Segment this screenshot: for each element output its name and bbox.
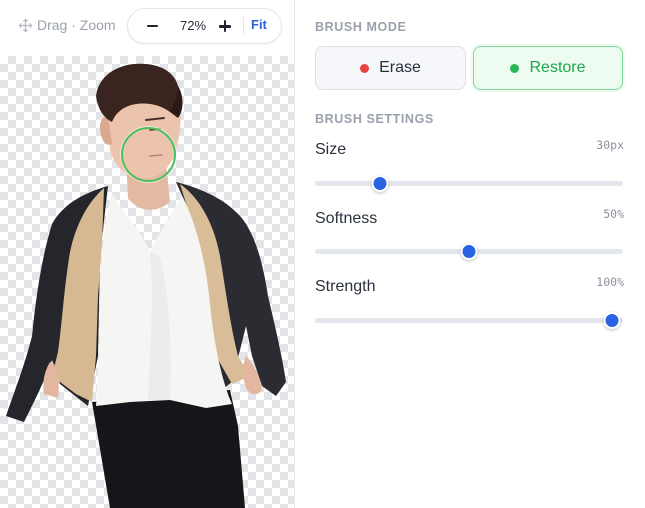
strength-value: 100%: [596, 275, 624, 289]
zoom-control: 72% Fit: [127, 8, 282, 44]
size-value: 30px: [596, 138, 624, 152]
zoom-in-button[interactable]: [215, 16, 235, 36]
zoom-out-button[interactable]: [142, 16, 162, 36]
softness-value: 50%: [603, 207, 624, 221]
zoom-level-readout: 72%: [179, 18, 207, 33]
size-slider[interactable]: [315, 175, 623, 192]
fit-button[interactable]: Fit: [251, 17, 267, 32]
erase-dot-icon: [360, 63, 370, 73]
erase-mode-button[interactable]: Erase: [315, 46, 466, 90]
restore-mode-button[interactable]: Restore: [473, 46, 623, 90]
brush-mode-heading: BRUSH MODE: [315, 20, 407, 34]
move-icon: [18, 18, 33, 32]
erase-mode-label: Erase: [379, 59, 421, 76]
strength-slider[interactable]: [315, 312, 623, 329]
restore-dot-icon: [510, 63, 520, 73]
minus-icon: [146, 24, 158, 28]
size-slider-thumb[interactable]: [371, 175, 389, 192]
zoom-divider: [243, 17, 244, 35]
softness-slider-thumb[interactable]: [460, 243, 478, 260]
strength-slider-thumb[interactable]: [603, 312, 621, 329]
size-label: Size: [315, 141, 347, 158]
canvas-toolbar: Drag · Zoom 72% Fit: [0, 0, 294, 56]
softness-label: Softness: [315, 210, 378, 227]
brush-settings-heading: BRUSH SETTINGS: [315, 112, 434, 126]
restore-mode-label: Restore: [529, 59, 586, 76]
settings-panel: BRUSH MODE Erase Restore BRUSH SETTINGS …: [295, 0, 645, 508]
canvas-pane: Drag · Zoom 72% Fit: [0, 0, 294, 508]
brush-cursor: [121, 127, 176, 182]
drag-zoom-hint: Drag · Zoom: [18, 17, 116, 33]
image-canvas[interactable]: [0, 56, 294, 508]
cutout-subject-image: [6, 63, 286, 508]
drag-zoom-label: Drag · Zoom: [37, 17, 116, 33]
strength-label: Strength: [315, 278, 376, 295]
softness-slider[interactable]: [315, 243, 623, 260]
